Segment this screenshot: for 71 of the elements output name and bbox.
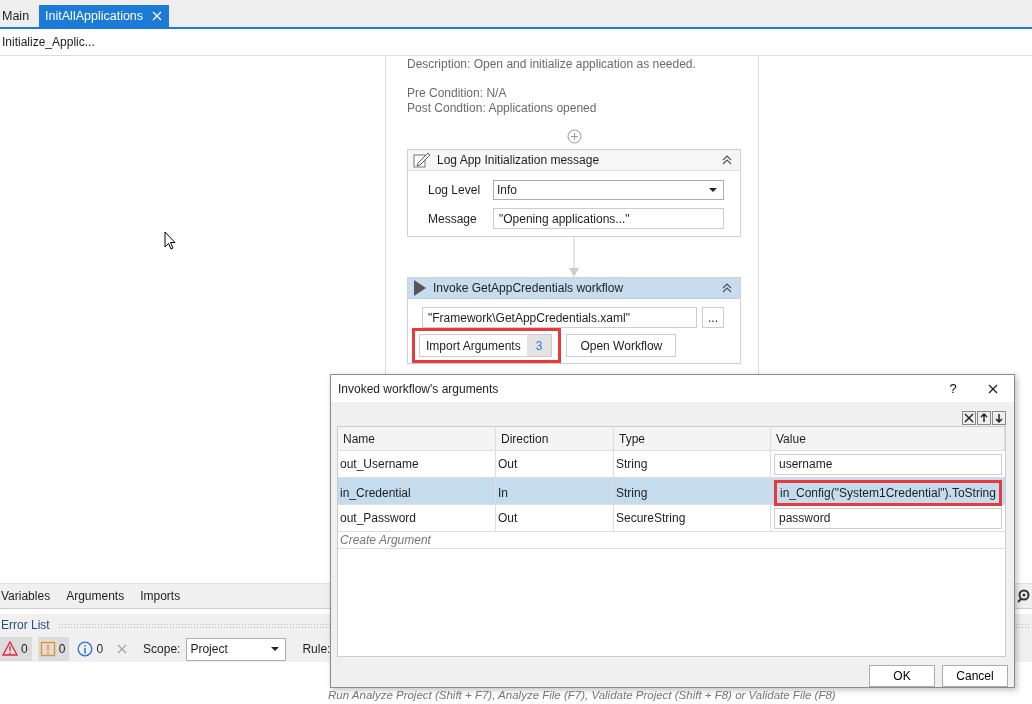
- scope-label: Scope:: [143, 642, 181, 656]
- connector-arrow: [569, 237, 579, 277]
- table-cell: Out: [496, 505, 614, 532]
- table-cell: String: [614, 451, 771, 478]
- dialog-button[interactable]: OK: [869, 665, 935, 687]
- table-cell: String: [614, 478, 771, 509]
- activity-card[interactable]: Invoke GetAppCredentials workflow "Framework\GetAppCredentials.xaml" ... Import Arguments 3 Open Workflow: [407, 277, 741, 364]
- column-header[interactable]: Direction: [496, 427, 614, 451]
- panel-tab[interactable]: Imports: [139, 589, 190, 603]
- activity-header[interactable]: Log App Initialization message: [408, 150, 740, 171]
- import-arguments-button[interactable]: Import Arguments 3: [419, 334, 553, 357]
- document-tab[interactable]: Main: [0, 5, 36, 27]
- field-label: Log Level: [428, 183, 482, 197]
- close-icon[interactable]: [151, 10, 164, 22]
- add-icon[interactable]: [566, 129, 582, 144]
- move-down-icon[interactable]: [992, 411, 1006, 426]
- column-header[interactable]: Type: [614, 427, 771, 451]
- scope-dropdown[interactable]: Project: [186, 637, 287, 661]
- table-cell: In: [496, 478, 614, 509]
- precondition-text: Pre Condition: N/A: [407, 86, 508, 101]
- table-row[interactable]: out_Password Out SecureString password: [338, 505, 1005, 533]
- table-cell: Out: [496, 451, 614, 478]
- collapse-icon[interactable]: [722, 154, 732, 166]
- table-cell: SecureString: [614, 505, 771, 532]
- browse-button[interactable]: ...: [702, 307, 724, 328]
- search-icon[interactable]: [1017, 589, 1031, 603]
- table-cell: out_Username: [338, 451, 496, 478]
- rule-label: Rule:: [302, 642, 331, 656]
- caret-icon: [271, 647, 280, 651]
- workflow-path-field[interactable]: "Framework\GetAppCredentials.xaml": [422, 307, 697, 328]
- close-icon: [987, 382, 999, 395]
- filter-toggle[interactable]: 0: [0, 637, 32, 661]
- info-icon: [77, 641, 94, 657]
- activity-header[interactable]: Invoke GetAppCredentials workflow: [408, 278, 740, 299]
- caret-icon: [709, 188, 717, 192]
- value-field[interactable]: username: [774, 453, 1002, 475]
- warning-icon: [39, 641, 56, 657]
- create-argument-row[interactable]: Create Argument: [338, 533, 431, 548]
- panel-tab[interactable]: Arguments: [65, 589, 134, 603]
- value-field[interactable]: in_Config("System1Credential").ToString: [774, 480, 1002, 507]
- move-up-icon[interactable]: [977, 411, 991, 426]
- column-header[interactable]: Value: [771, 427, 1005, 451]
- open-workflow-button[interactable]: Open Workflow: [566, 334, 677, 357]
- cursor-icon: [164, 231, 176, 250]
- panel-title: Error List: [0, 618, 50, 632]
- dialog-button[interactable]: Cancel: [942, 665, 1008, 687]
- message-field[interactable]: "Opening applications...": [493, 208, 724, 229]
- hint-text: Run Analyze Project (Shift + F7), Analyze File (F7), Validate Project (Shift + F8) or Validate File (F8): [328, 689, 837, 703]
- play-icon: [413, 280, 427, 296]
- activity-card[interactable]: Log App Initialization message Log Level Info Message "Opening applications...": [407, 149, 741, 237]
- postcondition-text: Post Condtion: Applications opened: [407, 101, 598, 116]
- column-header[interactable]: Name: [338, 427, 496, 451]
- description-text: Description: Open and initialize application as needed.: [407, 57, 697, 72]
- table-row[interactable]: in_Credential In String in_Config("System1Credential").ToString: [338, 478, 1005, 506]
- breadcrumb-item[interactable]: Initialize_Applic...: [2, 35, 95, 49]
- filter-toggle[interactable]: 0: [75, 637, 108, 661]
- filter-toggle[interactable]: 0: [37, 637, 70, 661]
- value-field[interactable]: password: [774, 507, 1002, 529]
- help-button[interactable]: ?: [938, 380, 968, 398]
- field-label: Message: [428, 211, 478, 226]
- delete-icon[interactable]: [962, 411, 976, 426]
- note-pencil-icon: [413, 152, 431, 168]
- table-cell: out_Password: [338, 505, 496, 532]
- log-level-dropdown[interactable]: Info: [493, 180, 724, 200]
- collapse-icon[interactable]: [722, 282, 732, 294]
- dialog-title: Invoked workflow's arguments: [338, 381, 500, 396]
- argument-count: 3: [526, 335, 552, 356]
- table-cell: in_Credential: [338, 478, 496, 509]
- document-tab[interactable]: InitAllApplications: [39, 5, 170, 27]
- panel-tab[interactable]: Variables: [0, 589, 60, 603]
- error-icon: [2, 641, 18, 657]
